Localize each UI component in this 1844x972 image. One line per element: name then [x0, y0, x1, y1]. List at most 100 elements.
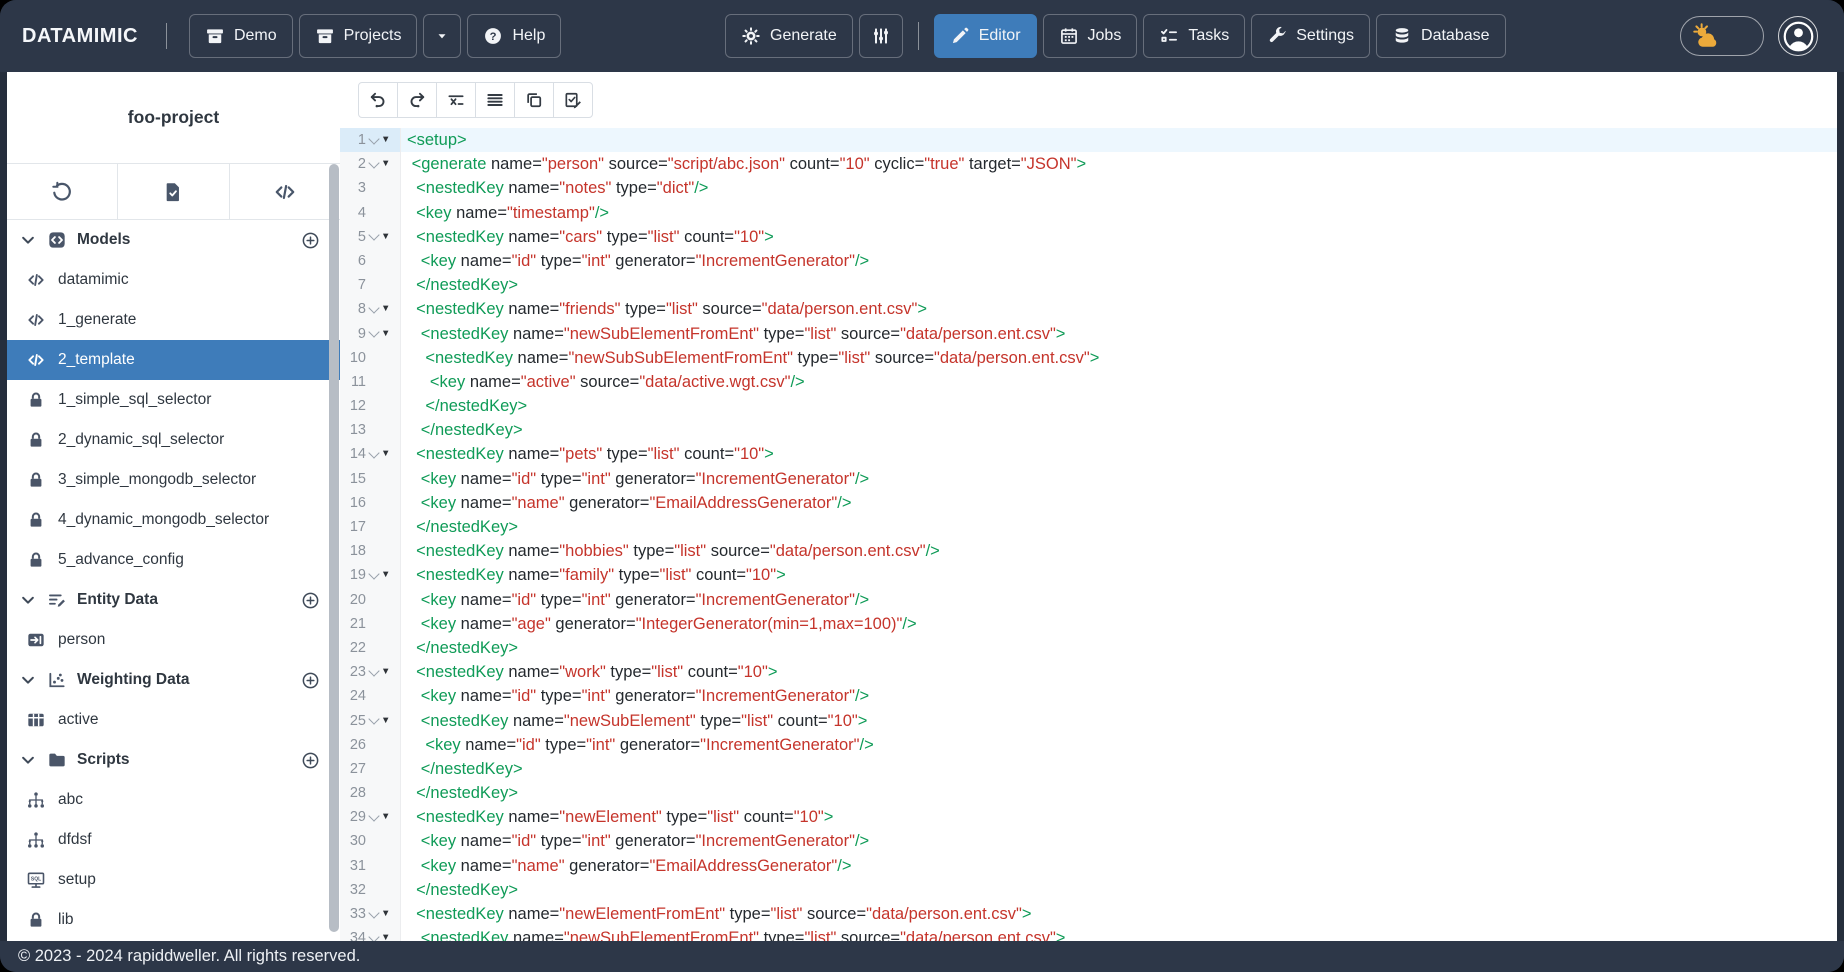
code-text[interactable]: </nestedKey>	[401, 636, 1837, 660]
code-text[interactable]: <key name="id" type="int" generator="Inc…	[401, 588, 1837, 612]
tree-section-entity-data[interactable]: Entity Data	[7, 580, 340, 620]
code-line-15[interactable]: 15▼ <key name="id" type="int" generator=…	[340, 467, 1837, 491]
code-editor[interactable]: 1▼<setup>2▼ <generate name="person" sour…	[340, 128, 1837, 941]
code-line-1[interactable]: 1▼<setup>	[340, 128, 1837, 152]
code-line-9[interactable]: 9▼ <nestedKey name="newSubElementFromEnt…	[340, 322, 1837, 346]
code-text[interactable]: <nestedKey name="work" type="list" count…	[401, 660, 1837, 684]
code-text[interactable]: </nestedKey>	[401, 515, 1837, 539]
topnav-settings-button[interactable]: Settings	[1251, 14, 1370, 58]
code-line-22[interactable]: 22▼ </nestedKey>	[340, 636, 1837, 660]
editor-undo-button[interactable]	[358, 82, 398, 118]
fold-toggle[interactable]: ▼	[366, 442, 392, 466]
code-line-24[interactable]: 24▼ <key name="id" type="int" generator=…	[340, 684, 1837, 708]
editor-clear-value-button[interactable]	[436, 82, 476, 118]
sidebar-tool-refresh-button[interactable]	[7, 164, 118, 219]
code-line-20[interactable]: 20▼ <key name="id" type="int" generator=…	[340, 588, 1837, 612]
code-line-25[interactable]: 25▼ <nestedKey name="newSubElement" type…	[340, 709, 1837, 733]
fold-toggle[interactable]: ▼	[366, 128, 392, 152]
editor-redo-button[interactable]	[397, 82, 437, 118]
fold-toggle[interactable]: ▼	[366, 902, 392, 926]
topnav-tasks-button[interactable]: Tasks	[1143, 14, 1245, 58]
tree-item-abc[interactable]: abc	[7, 780, 340, 820]
code-text[interactable]: <nestedKey name="pets" type="list" count…	[401, 442, 1837, 466]
code-line-16[interactable]: 16▼ <key name="name" generator="EmailAdd…	[340, 491, 1837, 515]
tree-section-weighting-data[interactable]: Weighting Data	[7, 660, 340, 700]
code-line-31[interactable]: 31▼ <key name="name" generator="EmailAdd…	[340, 854, 1837, 878]
code-text[interactable]: <key name="active" source="data/active.w…	[401, 370, 1837, 394]
topnav-adjustments-button[interactable]	[859, 14, 903, 58]
code-line-12[interactable]: 12▼ </nestedKey>	[340, 394, 1837, 418]
tree-section-models[interactable]: Models	[7, 220, 340, 260]
tree-item-active[interactable]: active	[7, 700, 340, 740]
code-text[interactable]: <generate name="person" source="script/a…	[401, 152, 1837, 176]
fold-toggle[interactable]: ▼	[366, 152, 392, 176]
code-line-10[interactable]: 10▼ <nestedKey name="newSubSubElementFro…	[340, 346, 1837, 370]
editor-format-lines-button[interactable]	[475, 82, 515, 118]
add-entity-data-button[interactable]	[301, 591, 320, 610]
code-line-7[interactable]: 7▼ </nestedKey>	[340, 273, 1837, 297]
topnav-projects-button[interactable]: Projects	[299, 14, 418, 58]
code-text[interactable]: <nestedKey name="newSubSubElementFromEnt…	[401, 346, 1837, 370]
code-line-2[interactable]: 2▼ <generate name="person" source="scrip…	[340, 152, 1837, 176]
code-text[interactable]: <setup>	[401, 128, 1837, 152]
topnav-projects-caret-button[interactable]	[423, 14, 461, 58]
code-line-8[interactable]: 8▼ <nestedKey name="friends" type="list"…	[340, 297, 1837, 321]
topnav-generate-button[interactable]: Generate	[725, 14, 853, 58]
code-text[interactable]: <nestedKey name="newElement" type="list"…	[401, 805, 1837, 829]
code-line-11[interactable]: 11▼ <key name="active" source="data/acti…	[340, 370, 1837, 394]
fold-toggle[interactable]: ▼	[366, 660, 392, 684]
tree-item-1_generate[interactable]: 1_generate	[7, 300, 340, 340]
code-line-28[interactable]: 28▼ </nestedKey>	[340, 781, 1837, 805]
code-line-17[interactable]: 17▼ </nestedKey>	[340, 515, 1837, 539]
code-line-21[interactable]: 21▼ <key name="age" generator="IntegerGe…	[340, 612, 1837, 636]
code-text[interactable]: <key name="id" type="int" generator="Inc…	[401, 684, 1837, 708]
code-line-33[interactable]: 33▼ <nestedKey name="newElementFromEnt" …	[340, 902, 1837, 926]
code-text[interactable]: </nestedKey>	[401, 757, 1837, 781]
editor-copy-button[interactable]	[514, 82, 554, 118]
code-text[interactable]: <key name="id" type="int" generator="Inc…	[401, 249, 1837, 273]
code-line-23[interactable]: 23▼ <nestedKey name="work" type="list" c…	[340, 660, 1837, 684]
tree-item-3_simple_mongodb_selector[interactable]: 3_simple_mongodb_selector	[7, 460, 340, 500]
code-line-4[interactable]: 4▼ <key name="timestamp"/>	[340, 201, 1837, 225]
code-text[interactable]: <key name="id" type="int" generator="Inc…	[401, 467, 1837, 491]
code-text[interactable]: <nestedKey name="hobbies" type="list" so…	[401, 539, 1837, 563]
tree-item-dfdsf[interactable]: dfdsf	[7, 820, 340, 860]
editor-validate-button[interactable]	[553, 82, 593, 118]
fold-toggle[interactable]: ▼	[366, 225, 392, 249]
add-weighting-data-button[interactable]	[301, 671, 320, 690]
code-text[interactable]: </nestedKey>	[401, 273, 1837, 297]
fold-toggle[interactable]: ▼	[366, 926, 392, 941]
fold-toggle[interactable]: ▼	[366, 322, 392, 346]
tree-item-setup[interactable]: SQLsetup	[7, 860, 340, 900]
tree-item-datamimic[interactable]: datamimic	[7, 260, 340, 300]
fold-toggle[interactable]: ▼	[366, 563, 392, 587]
code-text[interactable]: <key name="age" generator="IntegerGenera…	[401, 612, 1837, 636]
code-line-18[interactable]: 18▼ <nestedKey name="hobbies" type="list…	[340, 539, 1837, 563]
code-line-3[interactable]: 3▼ <nestedKey name="notes" type="dict"/>	[340, 176, 1837, 200]
code-line-5[interactable]: 5▼ <nestedKey name="cars" type="list" co…	[340, 225, 1837, 249]
fold-toggle[interactable]: ▼	[366, 805, 392, 829]
sidebar-tool-file-check-button[interactable]	[118, 164, 229, 219]
code-line-13[interactable]: 13▼ </nestedKey>	[340, 418, 1837, 442]
code-text[interactable]: <key name="timestamp"/>	[401, 201, 1837, 225]
sidebar-scrollbar[interactable]	[329, 164, 339, 932]
tree-item-lib[interactable]: lib	[7, 900, 340, 940]
tree-item-5_advance_config[interactable]: 5_advance_config	[7, 540, 340, 580]
tree-item-person[interactable]: person	[7, 620, 340, 660]
code-text[interactable]: <key name="id" type="int" generator="Inc…	[401, 829, 1837, 853]
user-avatar-button[interactable]	[1778, 16, 1818, 56]
code-text[interactable]: <nestedKey name="newElementFromEnt" type…	[401, 902, 1837, 926]
topnav-database-button[interactable]: Database	[1376, 14, 1506, 58]
code-text[interactable]: </nestedKey>	[401, 394, 1837, 418]
tree-item-1_simple_sql_selector[interactable]: 1_simple_sql_selector	[7, 380, 340, 420]
code-line-29[interactable]: 29▼ <nestedKey name="newElement" type="l…	[340, 805, 1837, 829]
code-text[interactable]: <nestedKey name="notes" type="dict"/>	[401, 176, 1837, 200]
code-text[interactable]: <nestedKey name="cars" type="list" count…	[401, 225, 1837, 249]
code-text[interactable]: <nestedKey name="newSubElementFromEnt" t…	[401, 322, 1837, 346]
code-line-34[interactable]: 34▼ <nestedKey name="newSubElementFromEn…	[340, 926, 1837, 941]
add-scripts-button[interactable]	[301, 751, 320, 770]
topnav-help-button[interactable]: ?Help	[467, 14, 561, 58]
fold-toggle[interactable]: ▼	[366, 709, 392, 733]
code-line-14[interactable]: 14▼ <nestedKey name="pets" type="list" c…	[340, 442, 1837, 466]
code-line-27[interactable]: 27▼ </nestedKey>	[340, 757, 1837, 781]
